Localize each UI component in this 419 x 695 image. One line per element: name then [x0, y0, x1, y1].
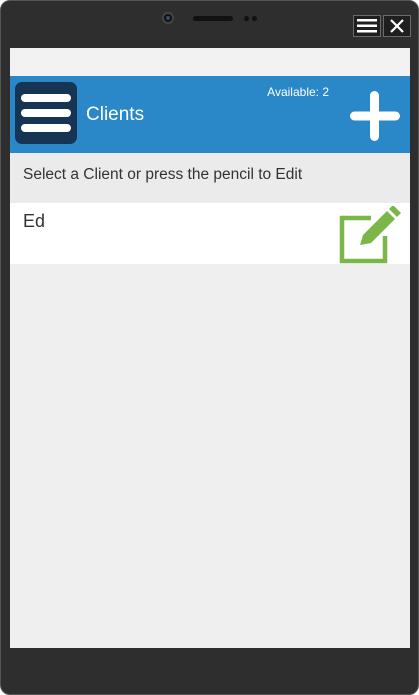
page-title: Clients — [86, 104, 145, 125]
window-menu-button[interactable] — [353, 15, 381, 37]
app-header: Clients Available: 2 — [10, 76, 410, 153]
sensor-dot — [244, 16, 249, 21]
sensor-dot — [252, 16, 257, 21]
speaker-grill — [193, 16, 233, 21]
window-controls — [353, 15, 411, 37]
close-x-icon — [390, 19, 404, 33]
client-row[interactable]: Ed — [10, 203, 410, 264]
instruction-text: Select a Client or press the pencil to E… — [23, 166, 303, 183]
status-strip — [10, 48, 410, 76]
add-client-button[interactable] — [348, 89, 402, 143]
window-close-button[interactable] — [383, 15, 411, 37]
pencil-edit-icon — [339, 205, 401, 264]
menu-button[interactable] — [15, 82, 77, 144]
client-name: Ed — [23, 211, 46, 231]
edit-client-button[interactable] — [339, 205, 401, 264]
available-count: Available: 2 — [267, 85, 329, 99]
phone-frame: Clients Available: 2 Select a Client or … — [0, 0, 419, 695]
app-screen: Clients Available: 2 Select a Client or … — [10, 48, 410, 648]
front-camera — [162, 12, 174, 24]
plus-icon — [350, 91, 400, 141]
hamburger-icon — [357, 19, 377, 33]
